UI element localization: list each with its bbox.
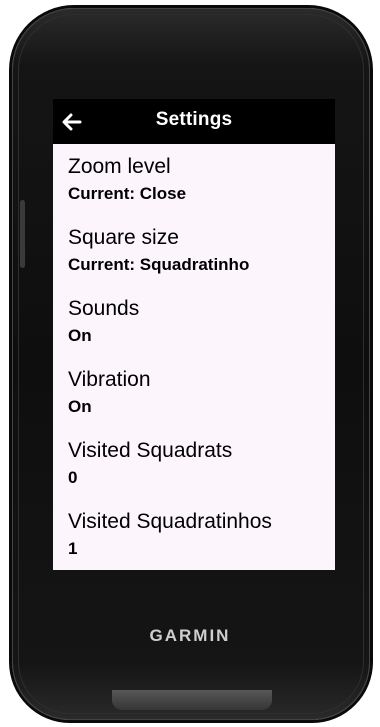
settings-item-sounds[interactable]: Sounds On: [53, 287, 335, 358]
settings-item-vibration[interactable]: Vibration On: [53, 358, 335, 429]
settings-item-value: Current: Squadratinho: [68, 255, 250, 274]
settings-list: Zoom level Current: Close Square size Cu…: [53, 144, 335, 570]
side-button[interactable]: [20, 200, 25, 268]
device-screen: Settings Zoom level Current: Close Squar…: [53, 99, 335, 570]
settings-item-value: 1: [68, 539, 78, 558]
settings-item-label: Square size: [68, 226, 179, 249]
settings-item-zoom-level[interactable]: Zoom level Current: Close: [53, 145, 335, 216]
settings-item-value: On: [68, 326, 92, 345]
settings-item-label: Vibration: [68, 368, 151, 391]
settings-item-value: 0: [68, 468, 78, 487]
settings-item-label: Visited Squadratinhos: [68, 510, 272, 533]
settings-item-visited-squadrats[interactable]: Visited Squadrats 0: [53, 429, 335, 500]
brand-logo: GARMIN: [149, 626, 231, 645]
settings-item-value: Current: Close: [68, 184, 187, 203]
settings-item-label: Zoom level: [68, 155, 171, 178]
settings-item-square-size[interactable]: Square size Current: Squadratinho: [53, 216, 335, 287]
settings-item-value: On: [68, 397, 92, 416]
page-title: Settings: [155, 109, 233, 130]
settings-item-visited-squadratinhos[interactable]: Visited Squadratinhos 1: [53, 500, 335, 570]
device-bottom-ledge: [112, 690, 272, 710]
settings-item-label: Sounds: [68, 297, 140, 320]
settings-item-label: Visited Squadrats: [68, 439, 233, 462]
title-bar: Settings: [53, 99, 335, 144]
